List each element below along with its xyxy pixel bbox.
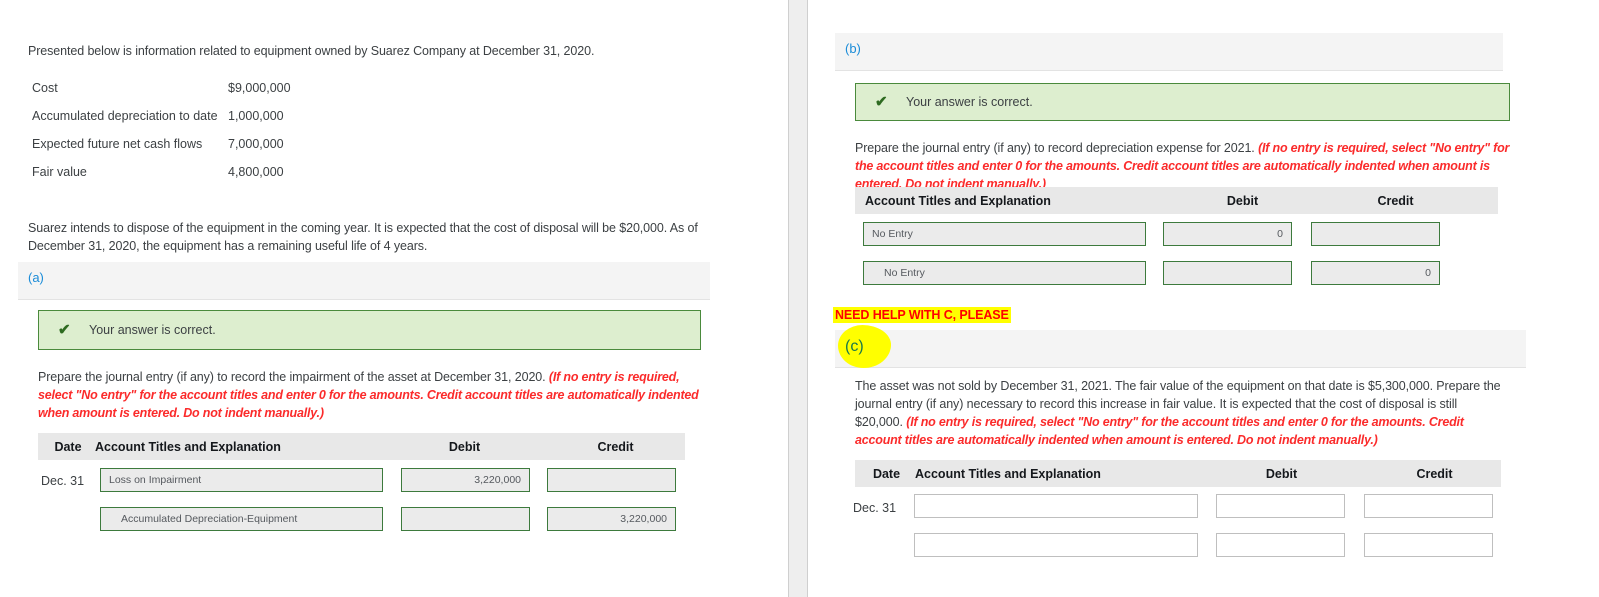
journal-table-c-header: Date Account Titles and Explanation Debi… [855, 460, 1501, 487]
right-panel: (b) ✔ Your answer is correct. Prepare th… [808, 0, 1599, 597]
header-debit: Debit [448, 439, 481, 454]
row-date: Dec. 31 [41, 474, 85, 488]
credit-input-c-1[interactable] [1364, 494, 1493, 518]
header-account: Account Titles and Explanation [865, 193, 1051, 208]
account-input-a-1[interactable]: Loss on Impairment [100, 468, 383, 492]
account-input-b-1[interactable]: No Entry [863, 222, 1146, 246]
header-account: Account Titles and Explanation [915, 466, 1101, 481]
header-credit: Credit [1377, 193, 1414, 208]
journal-table-b-header: Account Titles and Explanation Debit Cre… [855, 187, 1498, 214]
check-icon: ✔ [58, 321, 71, 339]
screenshot-root: Presented below is information related t… [0, 0, 1599, 597]
success-alert-b: ✔ Your answer is correct. [855, 83, 1510, 121]
success-alert-a-text: Your answer is correct. [89, 323, 216, 337]
check-icon: ✔ [875, 93, 888, 111]
row-date: Dec. 31 [853, 501, 897, 515]
credit-input-a-2[interactable]: 3,220,000 [547, 507, 676, 531]
header-date: Date [872, 466, 901, 481]
credit-input-b-1[interactable] [1311, 222, 1440, 246]
header-credit: Credit [1416, 466, 1453, 481]
fact-label: Accumulated depreciation to date [32, 109, 218, 123]
section-label-b: (b) [845, 41, 861, 56]
section-label-c: (c) [845, 338, 864, 355]
fact-value: $9,000,000 [228, 81, 291, 95]
account-input-b-2[interactable]: No Entry [863, 261, 1146, 285]
debit-input-b-2[interactable] [1163, 261, 1292, 285]
fact-value: 4,800,000 [228, 165, 284, 179]
annotation-need-help: NEED HELP WITH C, PLEASE [833, 307, 1011, 323]
credit-input-a-1[interactable] [547, 468, 676, 492]
journal-table-a-header: Date Account Titles and Explanation Debi… [38, 433, 685, 460]
prompt-c-italic: (If no entry is required, select "No ent… [855, 415, 1464, 447]
prompt-c: The asset was not sold by December 31, 2… [855, 377, 1507, 449]
debit-input-c-2[interactable] [1216, 533, 1345, 557]
section-band-a: (a) [18, 262, 710, 300]
intro-paragraph: Presented below is information related t… [28, 44, 595, 58]
header-debit: Debit [1265, 466, 1298, 481]
credit-input-b-2[interactable]: 0 [1311, 261, 1440, 285]
account-input-c-2[interactable] [914, 533, 1198, 557]
section-label-a: (a) [28, 270, 44, 285]
debit-input-c-1[interactable] [1216, 494, 1345, 518]
prompt-a: Prepare the journal entry (if any) to re… [38, 368, 702, 422]
header-date: Date [54, 439, 82, 454]
debit-input-b-1[interactable]: 0 [1163, 222, 1292, 246]
success-alert-a: ✔ Your answer is correct. [38, 310, 701, 350]
prompt-b: Prepare the journal entry (if any) to re… [855, 139, 1513, 193]
fact-value: 1,000,000 [228, 109, 284, 123]
section-band-c [835, 330, 1526, 368]
credit-input-c-2[interactable] [1364, 533, 1493, 557]
header-credit: Credit [597, 439, 634, 454]
success-alert-b-text: Your answer is correct. [906, 95, 1033, 109]
debit-input-a-2[interactable] [401, 507, 530, 531]
fact-label: Fair value [32, 165, 87, 179]
section-band-b: (b) [835, 33, 1503, 71]
prompt-a-normal: Prepare the journal entry (if any) to re… [38, 370, 549, 384]
fact-label: Expected future net cash flows [32, 137, 203, 151]
debit-input-a-1[interactable]: 3,220,000 [401, 468, 530, 492]
account-input-c-1[interactable] [914, 494, 1198, 518]
header-debit: Debit [1226, 193, 1259, 208]
disposal-note-paragraph: Suarez intends to dispose of the equipme… [28, 221, 698, 253]
account-input-a-2[interactable]: Accumulated Depreciation-Equipment [100, 507, 383, 531]
panel-divider [788, 0, 808, 597]
prompt-b-normal: Prepare the journal entry (if any) to re… [855, 141, 1259, 155]
fact-value: 7,000,000 [228, 137, 284, 151]
fact-label: Cost [32, 81, 58, 95]
left-panel: Presented below is information related t… [0, 0, 788, 597]
header-account: Account Titles and Explanation [95, 439, 281, 454]
